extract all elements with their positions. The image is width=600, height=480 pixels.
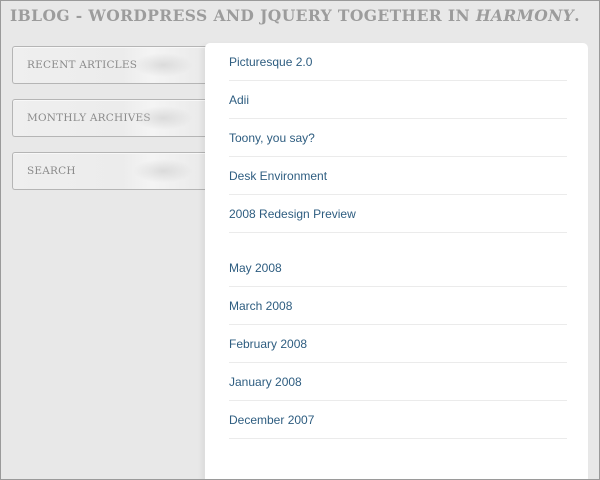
article-link[interactable]: Adii [229, 93, 249, 107]
sidebar: RECENT ARTICLES MONTHLY ARCHIVES SEARCH [12, 46, 212, 205]
page-frame: IBLOG - WORDPRESS AND JQUERY TOGETHER IN… [0, 0, 600, 480]
list-item: Desk Environment [229, 157, 567, 195]
list-item: February 2008 [229, 325, 567, 363]
content-panel: Picturesque 2.0 Adii Toony, you say? Des… [205, 43, 588, 479]
list-item: Toony, you say? [229, 119, 567, 157]
monthly-archives-list: May 2008 March 2008 February 2008 Januar… [229, 249, 567, 439]
site-title-emphasis: HARMONY [475, 6, 575, 25]
article-link[interactable]: Toony, you say? [229, 131, 315, 145]
archive-link[interactable]: March 2008 [229, 299, 292, 313]
site-title-prefix: IBLOG - WORDPRESS AND JQUERY TOGETHER IN [10, 6, 476, 25]
list-item: Adii [229, 81, 567, 119]
list-item: December 2007 [229, 401, 567, 439]
article-link[interactable]: 2008 Redesign Preview [229, 207, 356, 221]
list-item: Picturesque 2.0 [229, 43, 567, 81]
archive-link[interactable]: January 2008 [229, 375, 302, 389]
archive-link[interactable]: December 2007 [229, 413, 314, 427]
archive-link[interactable]: May 2008 [229, 261, 282, 275]
tab-search[interactable]: SEARCH [12, 152, 212, 190]
tab-search-label: SEARCH [27, 165, 76, 177]
archive-link[interactable]: February 2008 [229, 337, 307, 351]
tab-recent-articles[interactable]: RECENT ARTICLES [12, 46, 212, 84]
article-link[interactable]: Desk Environment [229, 169, 327, 183]
list-item: 2008 Redesign Preview [229, 195, 567, 233]
article-link[interactable]: Picturesque 2.0 [229, 55, 312, 69]
list-item: March 2008 [229, 287, 567, 325]
site-title-suffix: . [574, 6, 580, 25]
recent-articles-list: Picturesque 2.0 Adii Toony, you say? Des… [229, 43, 567, 233]
list-item: January 2008 [229, 363, 567, 401]
tab-monthly-archives[interactable]: MONTHLY ARCHIVES [12, 99, 212, 137]
site-title[interactable]: IBLOG - WORDPRESS AND JQUERY TOGETHER IN… [10, 6, 580, 25]
tab-monthly-archives-label: MONTHLY ARCHIVES [27, 112, 151, 124]
tab-recent-articles-label: RECENT ARTICLES [27, 59, 138, 71]
list-item: May 2008 [229, 249, 567, 287]
